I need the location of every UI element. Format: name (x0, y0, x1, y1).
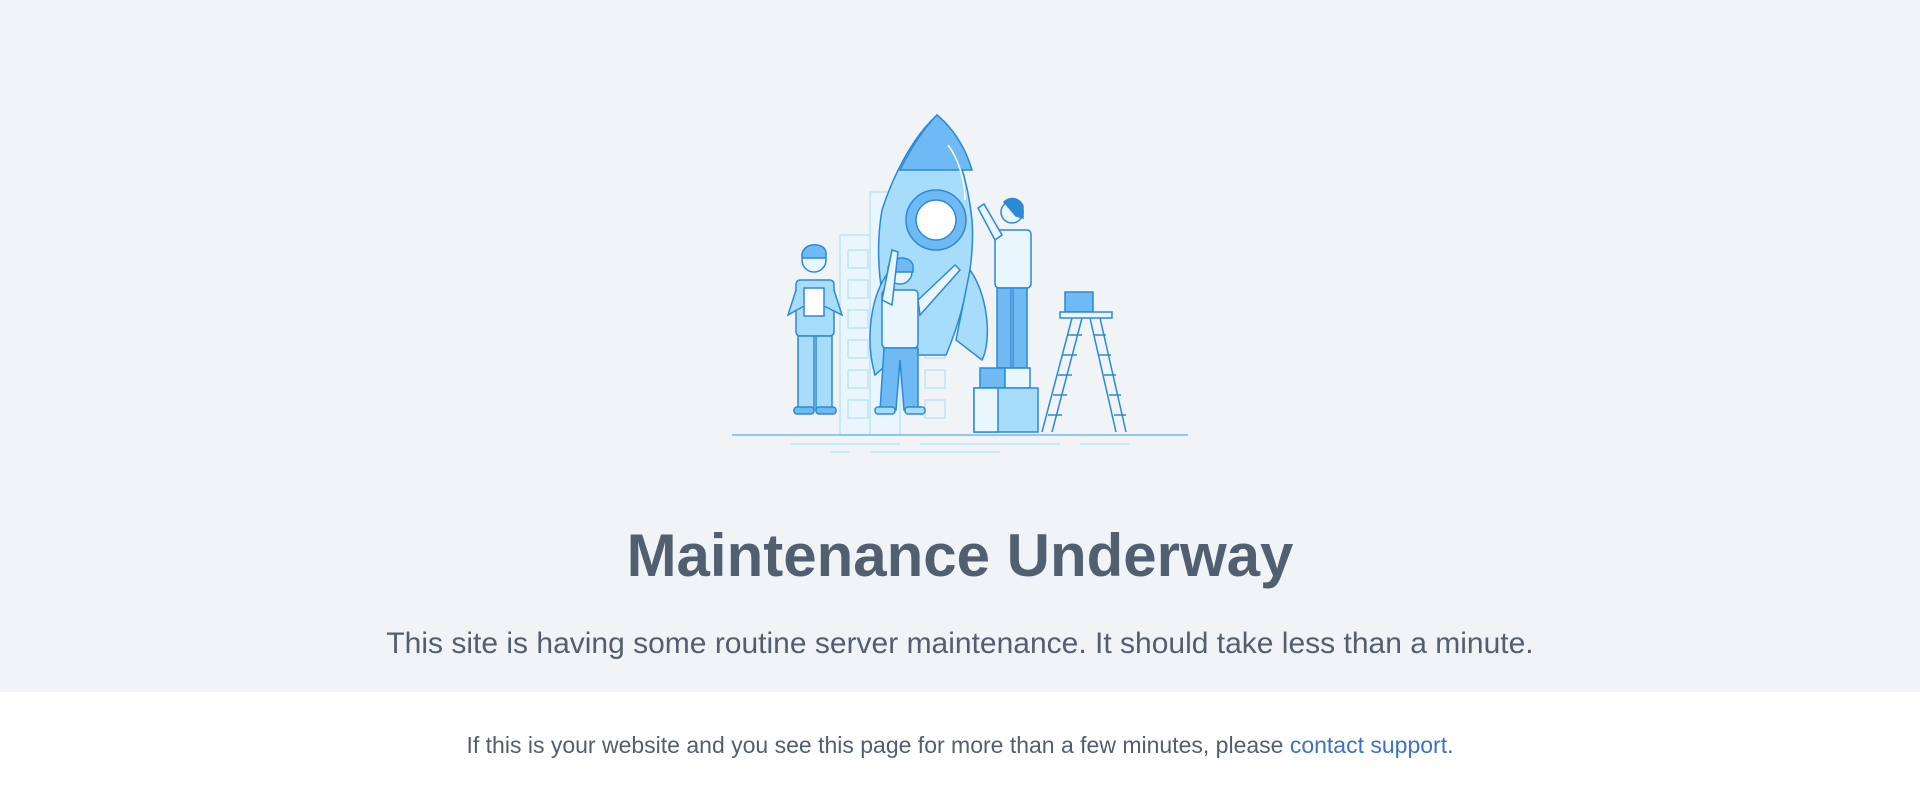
contact-support-link[interactable]: contact support (1290, 732, 1447, 758)
footer-suffix-text: . (1447, 732, 1454, 758)
ground (732, 434, 1188, 453)
maintenance-hero: Maintenance Underway This site is having… (0, 0, 1920, 692)
ladder (1041, 291, 1127, 433)
page-title: Maintenance Underway (626, 522, 1294, 589)
person-with-clipboard (786, 244, 844, 415)
rocket-maintenance-illustration (732, 113, 1188, 453)
footer-note: If this is your website and you see this… (0, 730, 1920, 760)
maintenance-message: This site is having some routine server … (386, 627, 1534, 660)
footer-prefix-text: If this is your website and you see this… (466, 732, 1290, 758)
